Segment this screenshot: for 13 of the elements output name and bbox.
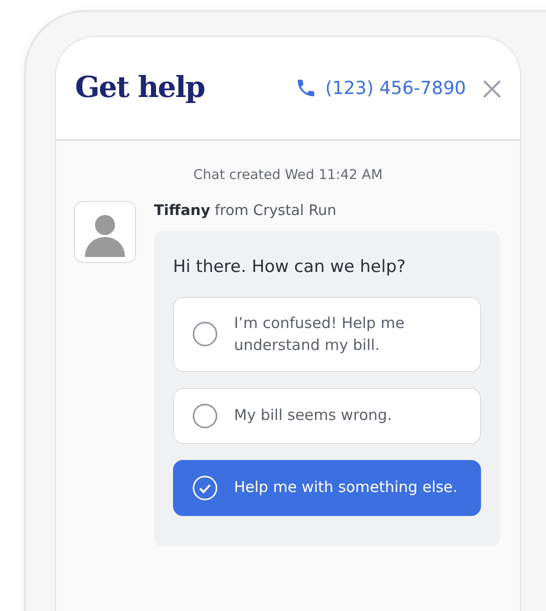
message-text: Hi there. How can we help? — [173, 256, 407, 279]
agent-name: Tiffany from Crystal Run — [154, 202, 338, 222]
close-icon — [482, 78, 502, 99]
answer-option[interactable]: My bill seems wrong. — [173, 388, 481, 444]
radio-icon — [192, 321, 218, 347]
check-circle-icon — [192, 474, 218, 500]
answer-option[interactable]: Help me with something else. — [173, 460, 481, 516]
chat-timestamp: Chat created Wed 11:42 AM — [192, 166, 384, 185]
radio-icon — [192, 402, 218, 428]
answer-option[interactable]: I’m confused! Help me understand my bill. — [173, 296, 481, 372]
phone-icon — [295, 77, 318, 99]
phone-link[interactable]: (123) 456-7890 — [295, 74, 466, 102]
page-title: Get help — [75, 69, 205, 106]
